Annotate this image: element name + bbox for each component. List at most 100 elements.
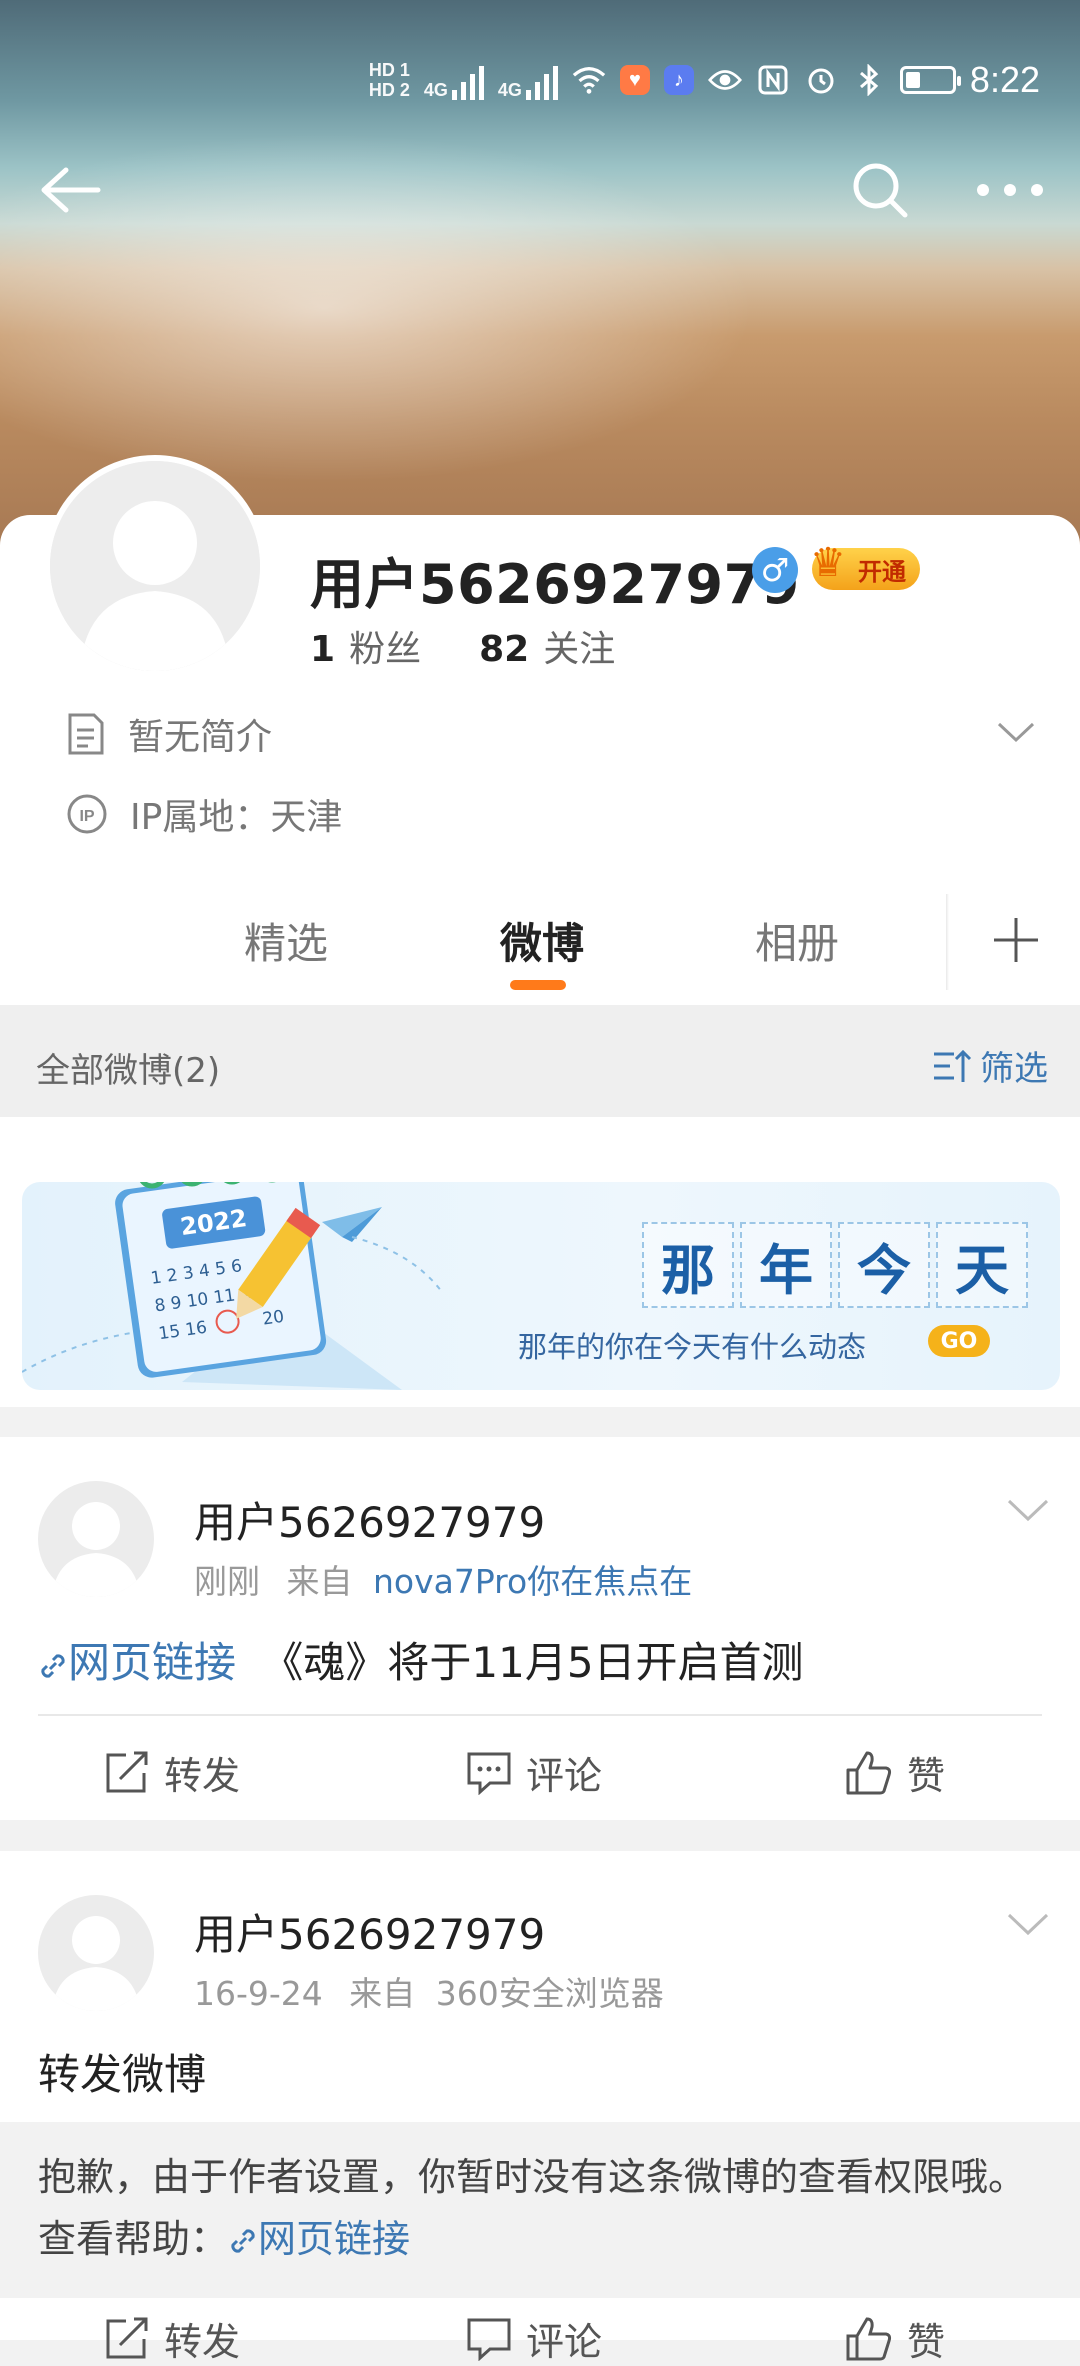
like-button[interactable]: 赞 — [845, 2311, 945, 2366]
post-avatar[interactable] — [38, 1895, 154, 2011]
crown-icon: ♛ — [810, 540, 846, 586]
post-author[interactable]: 用户5626927979 — [194, 1489, 545, 1550]
title-char-4: 天 — [936, 1222, 1028, 1308]
more-dots-icon — [977, 184, 1043, 196]
male-gender-icon: ♂ — [752, 547, 798, 593]
signal-icon — [451, 60, 484, 100]
profile-stats: 1 粉丝 82 关注 — [310, 620, 615, 672]
ip-icon: IP — [67, 794, 107, 834]
bluetooth-icon — [852, 63, 886, 97]
following-stat[interactable]: 82 关注 — [479, 620, 615, 672]
filter-label: 筛选 — [980, 1049, 1048, 1089]
tab-divider — [946, 894, 949, 990]
network-type-2: 4G — [497, 80, 522, 100]
repost-button[interactable]: 转发 — [104, 1745, 240, 1800]
vip-open-button[interactable]: ♛ 开通 — [810, 540, 920, 590]
repost-label: 转发 — [164, 1754, 241, 1798]
search-button[interactable] — [830, 150, 930, 230]
comment-button[interactable]: 评论 — [466, 1745, 602, 1800]
chevron-down-icon — [997, 722, 1035, 743]
help-link[interactable]: 网页链接 — [228, 2217, 410, 2261]
vip-open-label: 开通 — [858, 557, 906, 586]
help-link-label: 网页链接 — [258, 2217, 411, 2261]
link-icon — [41, 1654, 65, 1678]
status-time: 8:22 — [969, 59, 1040, 100]
on-this-day-subtitle: 那年的你在今天有什么动态 — [518, 1330, 867, 1364]
web-link-label: 网页链接 — [68, 1638, 237, 1687]
profile-avatar[interactable] — [44, 455, 266, 677]
eye-icon — [707, 63, 742, 97]
comment-label: 评论 — [526, 1754, 603, 1798]
back-arrow-icon — [41, 167, 101, 213]
comment-icon — [467, 1752, 511, 1795]
tab-featured[interactable]: 精选 — [244, 910, 328, 971]
following-label: 关注 — [543, 629, 616, 670]
on-this-day-title: 那 年 今 天 — [642, 1222, 1028, 1308]
comment-icon — [467, 2318, 511, 2361]
expand-bio-button[interactable] — [996, 720, 1036, 748]
battery-icon — [899, 66, 961, 94]
post-avatar[interactable] — [38, 1481, 154, 1597]
like-button[interactable]: 赞 — [845, 1745, 945, 1800]
calendar-illustration: 2022 1 2 3 4 5 6 8 9 10 11 12 15 16 20 — [22, 1182, 443, 1390]
fans-stat[interactable]: 1 粉丝 — [310, 620, 421, 672]
chevron-down-icon — [1007, 1499, 1049, 1522]
web-link[interactable]: 网页链接 — [38, 1638, 249, 1687]
health-app-icon: ♥ — [619, 65, 650, 95]
more-button[interactable] — [960, 150, 1060, 230]
weibo-post-2[interactable]: 用户5626927979 16-9-24 来自 360安全浏览器 转发微博 抱歉… — [0, 1851, 1080, 2364]
svg-text:IP: IP — [79, 808, 94, 825]
like-label: 赞 — [907, 2320, 946, 2364]
on-this-day-banner[interactable]: 2022 1 2 3 4 5 6 8 9 10 11 12 15 16 20 那… — [22, 1182, 1060, 1390]
hd-indicators: HD 1 HD 2 — [369, 60, 410, 100]
following-count: 82 — [479, 629, 530, 670]
hd2-label: HD 2 — [368, 80, 410, 100]
post-menu-button[interactable] — [1006, 1497, 1050, 1527]
go-button[interactable]: GO — [928, 1325, 990, 1357]
quoted-text: 抱歉，由于作者设置，你暂时没有这条微博的查看权限哦。查看帮助： — [38, 2155, 1027, 2261]
post-source[interactable]: nova7Pro你在焦点在 — [373, 1562, 692, 1601]
bio-text: 暂无简介 — [128, 717, 273, 758]
post-meta: 16-9-24 来自 360安全浏览器 — [194, 1967, 664, 2015]
search-icon — [853, 163, 908, 218]
plus-icon — [994, 918, 1038, 962]
status-bar: HD 1 HD 2 4G 4G ♥ ♪ 8:22 — [369, 40, 1040, 120]
fans-label: 粉丝 — [349, 629, 422, 670]
document-icon — [68, 713, 104, 755]
tab-album[interactable]: 相册 — [755, 910, 839, 971]
repost-button[interactable]: 转发 — [104, 2311, 240, 2366]
quoted-weibo-box[interactable]: 抱歉，由于作者设置，你暂时没有这条微博的查看权限哦。查看帮助： 网页链接 — [0, 2122, 1080, 2298]
music-app-icon: ♪ — [663, 65, 694, 95]
comment-button[interactable]: 评论 — [466, 2311, 602, 2366]
post-menu-button[interactable] — [1006, 1911, 1050, 1941]
post-text: 《魂》将于11月5日开启首测 — [261, 1638, 804, 1687]
default-avatar-icon — [50, 461, 260, 671]
title-char-3: 今 — [838, 1222, 930, 1308]
action-divider — [38, 1714, 1042, 1716]
signal-2: 4G — [498, 60, 558, 100]
alarm-icon — [804, 63, 838, 97]
quoted-content: 抱歉，由于作者设置，你暂时没有这条微博的查看权限哦。查看帮助： 网页链接 — [38, 2146, 1050, 2270]
profile-tabs: 精选 微博 相册 — [0, 880, 1080, 1005]
thumbs-up-icon — [846, 1751, 892, 1794]
back-button[interactable] — [20, 150, 120, 230]
signal-icon — [525, 60, 558, 100]
default-avatar-icon — [52, 1916, 140, 2011]
weibo-post-1[interactable]: 用户5626927979 刚刚 来自 nova7Pro你在焦点在 网页链接 《魂… — [0, 1437, 1080, 1820]
filter-button[interactable]: 筛选 — [932, 1041, 1048, 1090]
bio-row[interactable]: 暂无简介 — [66, 708, 272, 760]
signal-1: 4G — [424, 60, 484, 100]
add-tab-button[interactable] — [976, 900, 1056, 980]
post-author[interactable]: 用户5626927979 — [194, 1901, 545, 1962]
promo-section: 2022 1 2 3 4 5 6 8 9 10 11 12 15 16 20 那… — [0, 1117, 1080, 1407]
post-content: 网页链接 《魂》将于11月5日开启首测 — [38, 1629, 804, 1690]
wifi-icon — [572, 63, 606, 97]
tab-weibo[interactable]: 微博 — [500, 910, 584, 971]
title-char-2: 年 — [740, 1222, 832, 1308]
filter-icon — [934, 1049, 972, 1082]
post-meta: 刚刚 来自 nova7Pro你在焦点在 — [194, 1555, 692, 1603]
chevron-down-icon — [1007, 1913, 1049, 1936]
hd1-label: HD 1 — [368, 60, 410, 80]
all-weibo-label: 全部微博(2) — [36, 1051, 221, 1091]
network-type-1: 4G — [423, 80, 448, 100]
